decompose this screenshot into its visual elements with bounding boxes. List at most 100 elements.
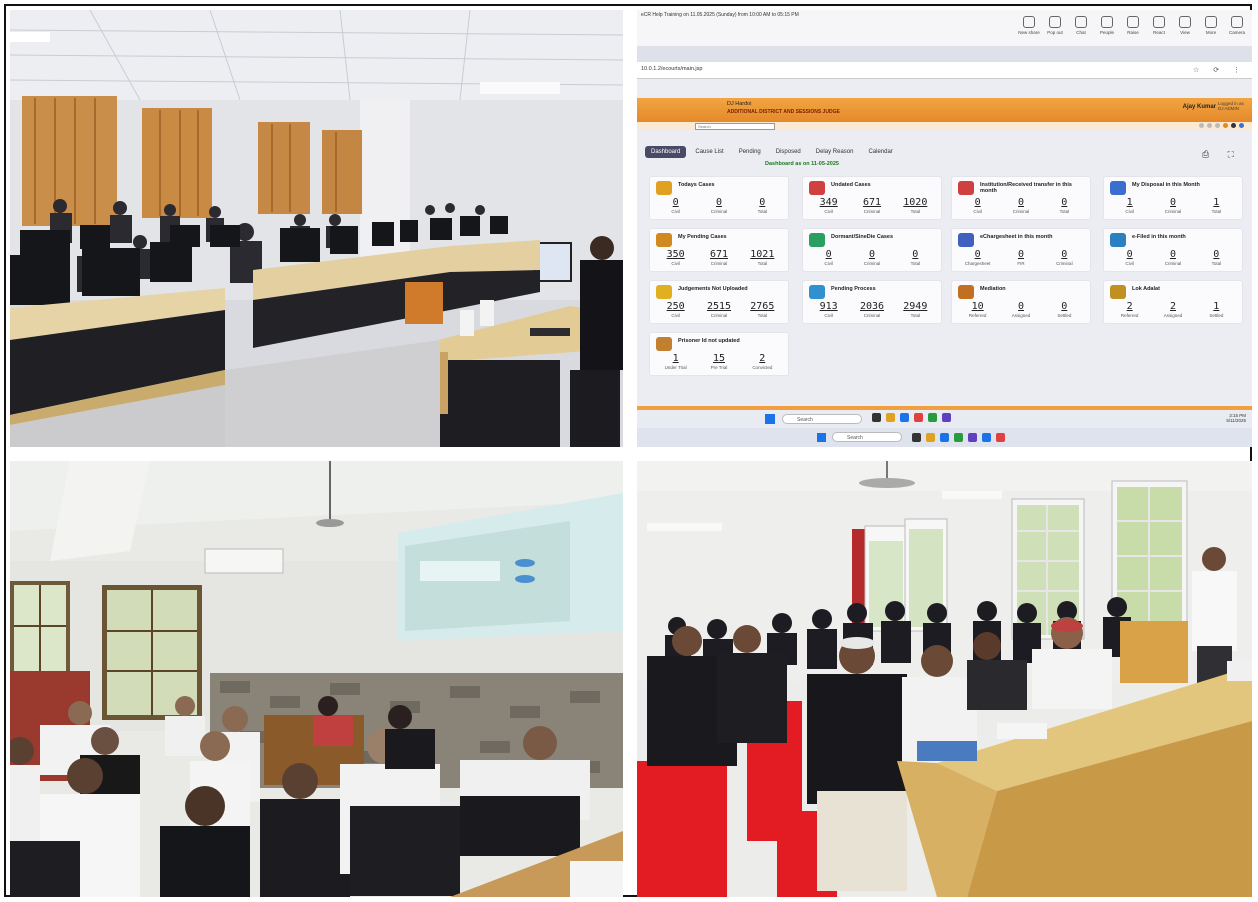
card-value[interactable]: 2949 Total: [894, 301, 937, 318]
theme-dots[interactable]: [1199, 123, 1244, 128]
tab-disposed[interactable]: Disposed: [770, 146, 807, 158]
card-value-number[interactable]: 1: [1195, 197, 1238, 208]
card-value[interactable]: 0 Settled: [1043, 301, 1086, 318]
meeting-tool-4[interactable]: Raise: [1122, 16, 1144, 35]
card-value[interactable]: 1020 Total: [894, 197, 937, 214]
dashboard-card[interactable]: Pending Process 913 Civil 2036 Criminal 2949 T…: [802, 280, 942, 324]
dashboard-card[interactable]: My Disposal in this Month 1 Civil 0 Criminal…: [1103, 176, 1243, 220]
tab-calendar[interactable]: Calendar: [862, 146, 898, 158]
windows-start-icon-2[interactable]: [817, 433, 826, 442]
dashboard-card[interactable]: Prisoner Id not updated 1 Under Trial 15 Pre…: [649, 332, 789, 376]
card-value[interactable]: 349 Civil: [807, 197, 850, 214]
card-value[interactable]: 2515 Criminal: [697, 301, 740, 318]
card-value-number[interactable]: 350: [654, 249, 697, 260]
taskbar-search-2[interactable]: Search: [832, 432, 902, 442]
dashboard-card[interactable]: Institution/Received transfer in this mo…: [951, 176, 1091, 220]
card-value-number[interactable]: 2949: [894, 301, 937, 312]
card-value-number[interactable]: 0: [999, 197, 1042, 208]
card-value[interactable]: 10 Referred: [956, 301, 999, 318]
tab-cause-list[interactable]: Cause List: [689, 146, 729, 158]
card-value[interactable]: 2 Referred: [1108, 301, 1151, 318]
card-value[interactable]: 1 Settled: [1195, 301, 1238, 318]
meeting-tool-3[interactable]: People: [1096, 16, 1118, 35]
dashboard-card[interactable]: My Pending Cases 350 Civil 671 Criminal 1021 T…: [649, 228, 789, 272]
browser-action-icons[interactable]: ☆ ⟳ ⋮: [1193, 66, 1246, 74]
card-value-number[interactable]: 1020: [894, 197, 937, 208]
card-value[interactable]: 0 Criminal: [697, 197, 740, 214]
card-value[interactable]: 2765 Total: [741, 301, 784, 318]
card-value[interactable]: 0 Chargesheet: [956, 249, 999, 266]
dashboard-card[interactable]: Mediation 10 Referred 0 Assigned 0 Settled: [951, 280, 1091, 324]
meeting-tool-8[interactable]: Camera: [1226, 16, 1248, 35]
card-value-number[interactable]: 1: [654, 353, 697, 364]
card-value-number[interactable]: 0: [654, 197, 697, 208]
card-value-number[interactable]: 671: [850, 197, 893, 208]
dashboard-card[interactable]: Undated Cases 349 Civil 671 Criminal 1020 Tota…: [802, 176, 942, 220]
meeting-tool-2[interactable]: Chat: [1070, 16, 1092, 35]
card-value-number[interactable]: 0: [1043, 197, 1086, 208]
card-value[interactable]: 0 Total: [1195, 249, 1238, 266]
meeting-tool-5[interactable]: React: [1148, 16, 1170, 35]
card-value[interactable]: 671 Criminal: [697, 249, 740, 266]
dashboard-card[interactable]: Judgements Not Uploaded 250 Civil 2515 Crimi…: [649, 280, 789, 324]
card-value[interactable]: 0 Civil: [1108, 249, 1151, 266]
card-value-number[interactable]: 2: [1151, 301, 1194, 312]
taskbar-search[interactable]: Search: [782, 414, 862, 424]
card-value[interactable]: 0 Criminal: [999, 197, 1042, 214]
card-value[interactable]: 0 Civil: [807, 249, 850, 266]
card-value-number[interactable]: 913: [807, 301, 850, 312]
card-value[interactable]: 0 Criminal: [850, 249, 893, 266]
tab-pending[interactable]: Pending: [733, 146, 767, 158]
dashboard-card[interactable]: Lok Adalat 2 Referred 2 Assigned 1 Settled: [1103, 280, 1243, 324]
meeting-tool-0[interactable]: New share: [1018, 16, 1040, 35]
card-value[interactable]: 0 Criminal: [1043, 249, 1086, 266]
card-value[interactable]: 0 Civil: [956, 197, 999, 214]
card-value-number[interactable]: 2515: [697, 301, 740, 312]
card-value[interactable]: 1 Under Trial: [654, 353, 697, 370]
card-value-number[interactable]: 2: [741, 353, 784, 364]
card-value[interactable]: 0 FIR: [999, 249, 1042, 266]
card-value[interactable]: 350 Civil: [654, 249, 697, 266]
card-value-number[interactable]: 0: [850, 249, 893, 260]
card-value-number[interactable]: 10: [956, 301, 999, 312]
card-value[interactable]: 0 Criminal: [1151, 249, 1194, 266]
browser-address-bar[interactable]: 10.0.1.2/ecourts/main.jsp ☆ ⟳ ⋮: [637, 62, 1252, 79]
card-value[interactable]: 0 Total: [894, 249, 937, 266]
dashboard-card[interactable]: Todays Cases 0 Civil 0 Criminal 0 Total: [649, 176, 789, 220]
card-value[interactable]: 0 Total: [741, 197, 784, 214]
windows-start-icon[interactable]: [765, 414, 775, 424]
card-value-number[interactable]: 2765: [741, 301, 784, 312]
card-value[interactable]: 1021 Total: [741, 249, 784, 266]
card-value[interactable]: 2 Assigned: [1151, 301, 1194, 318]
dashboard-card[interactable]: e-Filed in this month 0 Civil 0 Criminal 0 Tot…: [1103, 228, 1243, 272]
card-value[interactable]: 15 Pre Trial: [697, 353, 740, 370]
taskbar-app-icons-2[interactable]: [912, 433, 1005, 442]
card-value[interactable]: 671 Criminal: [850, 197, 893, 214]
card-value-number[interactable]: 0: [894, 249, 937, 260]
card-value[interactable]: 1 Total: [1195, 197, 1238, 214]
app-search-input[interactable]: Search: [695, 123, 775, 130]
card-value[interactable]: 0 Total: [1043, 197, 1086, 214]
card-value-number[interactable]: 349: [807, 197, 850, 208]
card-value-number[interactable]: 0: [1151, 249, 1194, 260]
tab-dashboard[interactable]: Dashboard: [645, 146, 687, 158]
card-value-number[interactable]: 2036: [850, 301, 893, 312]
card-value[interactable]: 250 Civil: [654, 301, 697, 318]
card-value[interactable]: 1 Civil: [1108, 197, 1151, 214]
card-value-number[interactable]: 0: [1151, 197, 1194, 208]
card-value-number[interactable]: 1: [1195, 301, 1238, 312]
card-value-number[interactable]: 0: [1195, 249, 1238, 260]
tab-delay-reason[interactable]: Delay Reason: [810, 146, 860, 158]
dashboard-card[interactable]: Dormant/SineDie Cases 0 Civil 0 Criminal 0 Tot…: [802, 228, 942, 272]
card-value[interactable]: 2 Convicted: [741, 353, 784, 370]
card-value-number[interactable]: 1021: [741, 249, 784, 260]
card-value-number[interactable]: 0: [999, 249, 1042, 260]
card-value-number[interactable]: 2: [1108, 301, 1151, 312]
meeting-tool-7[interactable]: More: [1200, 16, 1222, 35]
card-value-number[interactable]: 0: [741, 197, 784, 208]
card-value-number[interactable]: 0: [807, 249, 850, 260]
card-value-number[interactable]: 0: [1108, 249, 1151, 260]
card-value[interactable]: 0 Civil: [654, 197, 697, 214]
card-value-number[interactable]: 0: [1043, 249, 1086, 260]
card-value[interactable]: 913 Civil: [807, 301, 850, 318]
